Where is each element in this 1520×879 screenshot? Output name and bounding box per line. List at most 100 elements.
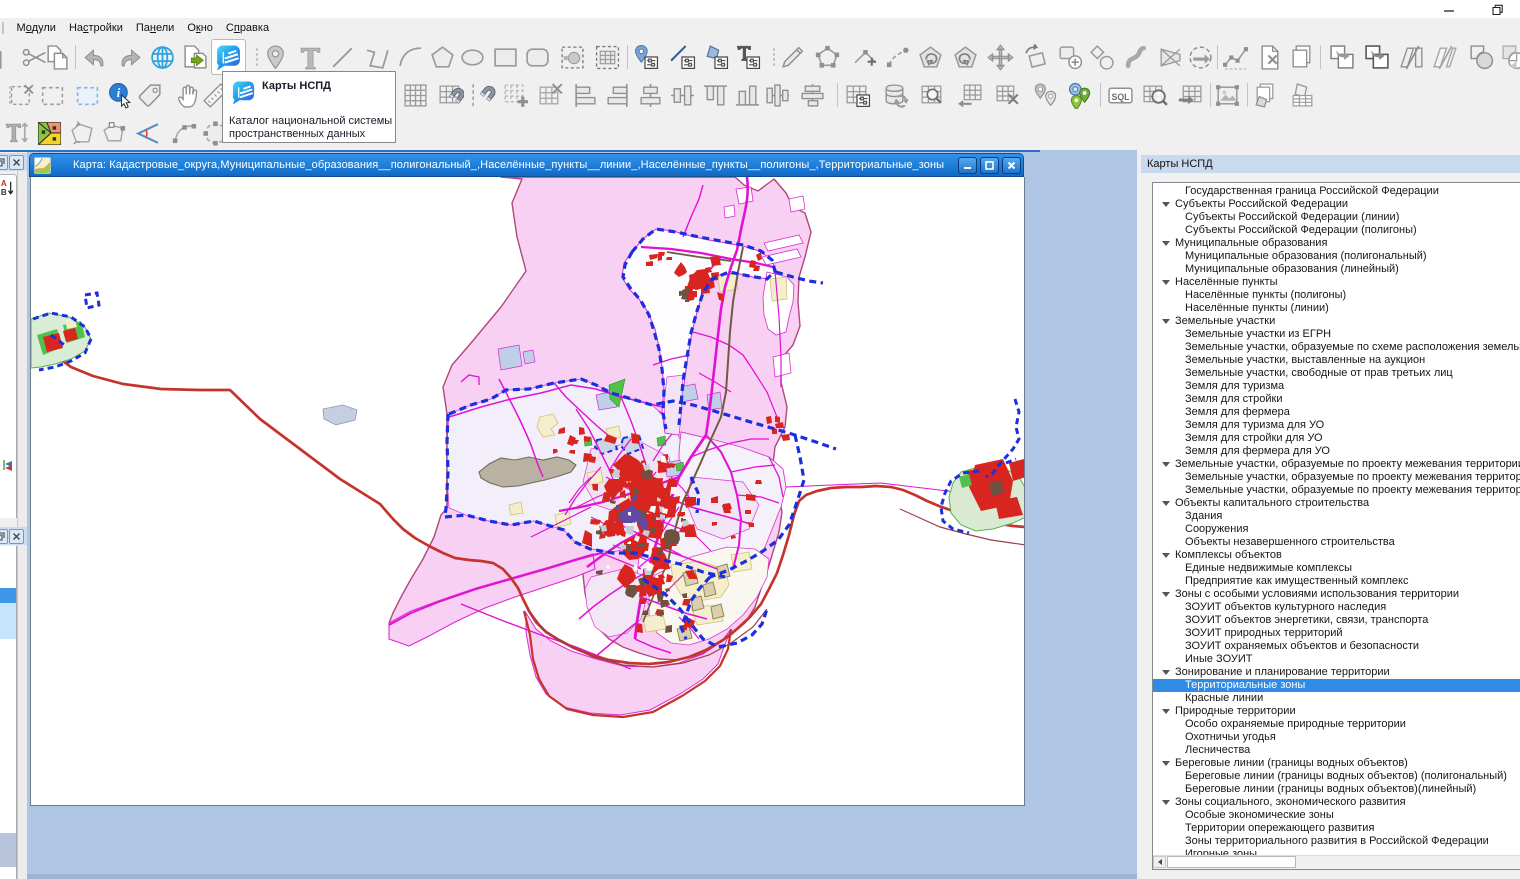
copy-button[interactable] xyxy=(41,40,74,74)
pages-button[interactable] xyxy=(1286,40,1319,74)
collapse-arrow-icon[interactable] xyxy=(1162,670,1170,675)
tree-item[interactable]: Особые экономические зоны xyxy=(1153,809,1520,822)
line-style-button[interactable] xyxy=(666,40,699,74)
tree-item[interactable]: Земельные участки из ЕГРН xyxy=(1153,328,1520,341)
grid-magnet-button[interactable] xyxy=(434,78,467,112)
combine-erase2-button[interactable] xyxy=(1496,40,1520,74)
nspd-panel-header[interactable]: Карты НСПД xyxy=(1141,155,1520,173)
left-panel1-restore-icon[interactable] xyxy=(0,155,8,170)
align-top-button[interactable] xyxy=(699,78,732,112)
circle-arrow-button[interactable] xyxy=(1184,40,1217,74)
tree-item[interactable]: Береговые линии (границы водных объектов… xyxy=(1153,783,1520,796)
align-left-button[interactable] xyxy=(569,78,602,112)
scroll-left-icon[interactable] xyxy=(1153,856,1166,868)
grid-delete-button[interactable] xyxy=(534,78,567,112)
polygon-direction-button[interactable] xyxy=(66,116,99,150)
tree-item[interactable]: ЗОУИТ объектов культурного наследия xyxy=(1153,601,1520,614)
tree-item[interactable]: Земельные участки, выставленные на аукци… xyxy=(1153,354,1520,367)
tree-group[interactable]: Береговые линии (границы водных объектов… xyxy=(1153,757,1520,770)
angle-button[interactable] xyxy=(131,116,164,150)
tree-item[interactable]: Земельные участки, образуемые по схеме р… xyxy=(1153,341,1520,354)
grid-button[interactable] xyxy=(399,78,432,112)
image-frame-button[interactable] xyxy=(1211,78,1244,112)
map-window-titlebar[interactable]: Карта: Кадастровые_округа,Муниципальные_… xyxy=(29,153,1024,177)
tree-group[interactable]: Земельные участки xyxy=(1153,315,1520,328)
tree-item[interactable]: Земельные участки, образуемые по проекту… xyxy=(1153,484,1520,497)
tree-item[interactable]: Населённые пункты (полигоны) xyxy=(1153,289,1520,302)
tree-item[interactable]: Охотничьи угодья xyxy=(1153,731,1520,744)
menu-item[interactable]: Настройки xyxy=(62,20,129,37)
tree-item[interactable]: Земля для стройки для УО xyxy=(1153,432,1520,445)
table-delete-button[interactable] xyxy=(991,78,1024,112)
tree-item[interactable]: Лесничества xyxy=(1153,744,1520,757)
graph-nodes-button[interactable] xyxy=(1219,40,1252,74)
table-insert-button[interactable] xyxy=(1174,78,1207,112)
tree-group[interactable]: Зонирование и планирование территории xyxy=(1153,666,1520,679)
collapse-arrow-icon[interactable] xyxy=(1162,280,1170,285)
tree-item[interactable]: Объекты незавершенного строительства xyxy=(1153,536,1520,549)
tree-item[interactable]: Особо охраняемые природные территории xyxy=(1153,718,1520,731)
align-right-button[interactable] xyxy=(601,78,634,112)
tree-group[interactable]: Населённые пункты xyxy=(1153,276,1520,289)
tree-group[interactable]: Комплексы объектов xyxy=(1153,549,1520,562)
combine-copy-button[interactable] xyxy=(1326,40,1359,74)
tree-item[interactable]: Красные линии xyxy=(1153,692,1520,705)
pins-photo-button[interactable] xyxy=(1064,78,1097,112)
pin-style-button[interactable] xyxy=(629,40,662,74)
nspd-layer-tree[interactable]: Государственная граница Российской Федер… xyxy=(1152,182,1520,870)
thick-curve-button[interactable] xyxy=(1121,40,1154,74)
doc-partial-button[interactable] xyxy=(0,40,9,74)
menu-item[interactable]: Панели xyxy=(129,20,180,37)
left-panel2-selected-row[interactable] xyxy=(0,588,16,603)
pencil-button[interactable] xyxy=(776,40,809,74)
main-minimize-icon[interactable] xyxy=(1441,3,1457,15)
tree-item[interactable]: Зоны территориального развития в Российс… xyxy=(1153,835,1520,848)
combine-split-button[interactable] xyxy=(1396,40,1429,74)
main-restore-icon[interactable] xyxy=(1489,3,1505,15)
arc-button[interactable] xyxy=(394,40,427,74)
collapse-arrow-icon[interactable] xyxy=(1162,319,1170,324)
tree-item[interactable]: Земля для фермера для УО xyxy=(1153,445,1520,458)
tree-group[interactable]: Зоны социального, экономического развити… xyxy=(1153,796,1520,809)
tree-item[interactable]: Земля для туризма xyxy=(1153,380,1520,393)
rotate-shape-button[interactable] xyxy=(1019,40,1052,74)
duplicate-button[interactable] xyxy=(1054,40,1087,74)
align-hcenter-button[interactable] xyxy=(634,78,667,112)
distribute-v-button[interactable] xyxy=(796,78,829,112)
tree-item[interactable]: Земельные участки, свободные от прав тре… xyxy=(1153,367,1520,380)
menu-item[interactable]: Окно xyxy=(181,20,220,37)
table-zoom-button[interactable] xyxy=(1139,78,1172,112)
move-button[interactable] xyxy=(984,40,1017,74)
collapse-arrow-icon[interactable] xyxy=(1162,592,1170,597)
deselect-button[interactable] xyxy=(6,78,39,112)
combine-erase-button[interactable] xyxy=(1464,40,1497,74)
export-page-button[interactable] xyxy=(179,40,212,74)
collapse-arrow-icon[interactable] xyxy=(1162,241,1170,246)
tree-item[interactable]: Иные ЗОУИТ xyxy=(1153,653,1520,666)
collapse-arrow-icon[interactable] xyxy=(1162,800,1170,805)
map-close-button[interactable] xyxy=(1002,157,1021,174)
info-cursor-button[interactable] xyxy=(104,78,137,112)
sql-button[interactable] xyxy=(1104,78,1137,112)
link-nodes-button[interactable] xyxy=(881,40,914,74)
arc-nodes-button[interactable] xyxy=(168,116,201,150)
round-rect-button[interactable] xyxy=(521,40,554,74)
tree-item[interactable]: Муниципальные образования (полигональный… xyxy=(1153,250,1520,263)
combine-split2-button[interactable] xyxy=(1429,40,1462,74)
table-style-button[interactable] xyxy=(841,78,874,112)
tree-item[interactable]: Государственная граница Российской Федер… xyxy=(1153,185,1520,198)
table-search-button[interactable] xyxy=(916,78,949,112)
polygon-button[interactable] xyxy=(426,40,459,74)
rect-button[interactable] xyxy=(489,40,522,74)
ellipse-button[interactable] xyxy=(456,40,489,74)
left-panel2-restore-icon[interactable] xyxy=(0,529,8,544)
tree-group[interactable]: Земельные участки, образуемые по проекту… xyxy=(1153,458,1520,471)
distribute-h-button[interactable] xyxy=(761,78,794,112)
page-delete-button[interactable] xyxy=(1254,40,1287,74)
select-table-button[interactable] xyxy=(591,40,624,74)
tree-item[interactable]: ЗОУИТ охраняемых объектов и безопасности xyxy=(1153,640,1520,653)
select-rect-button[interactable] xyxy=(36,78,69,112)
thematic-map-button[interactable] xyxy=(33,116,66,150)
collapse-arrow-icon[interactable] xyxy=(1162,462,1170,467)
rotate-left-polygon-button[interactable] xyxy=(914,40,947,74)
